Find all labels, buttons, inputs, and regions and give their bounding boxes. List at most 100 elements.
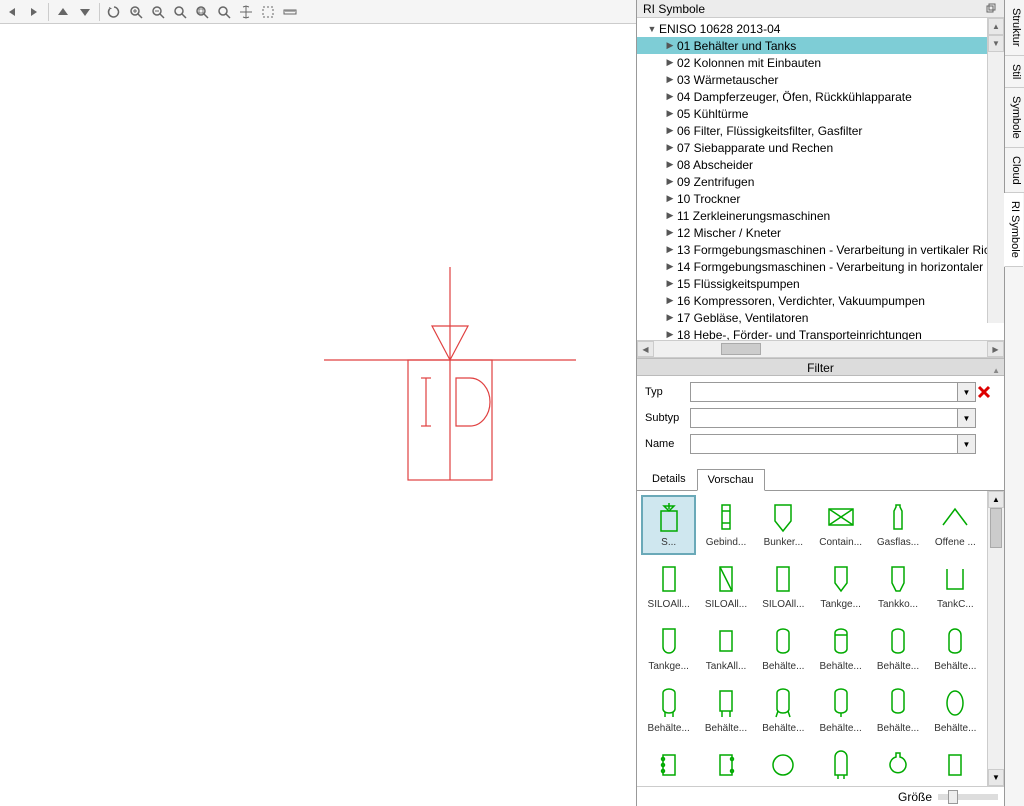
gallery-item[interactable]: [870, 743, 925, 786]
gallery-item[interactable]: Behälte...: [756, 681, 811, 741]
zoom-window-icon[interactable]: [214, 2, 234, 22]
scroll-down-icon[interactable]: ▼: [988, 35, 1004, 52]
gallery-item[interactable]: Gebind...: [698, 495, 753, 555]
collapse-icon[interactable]: ▲: [992, 362, 1000, 380]
tree-item[interactable]: ▶09 Zentrifugen: [637, 173, 1004, 190]
arrow-right-icon[interactable]: ▶: [665, 40, 675, 51]
arrow-right-icon[interactable]: ▶: [665, 74, 675, 85]
gallery-item[interactable]: S...: [641, 495, 696, 555]
filter-subtyp-combo[interactable]: ▼: [690, 408, 976, 428]
panel-undock-icon[interactable]: [986, 3, 998, 15]
redo-button[interactable]: [24, 2, 44, 22]
gallery-item[interactable]: Bunker...: [756, 495, 811, 555]
tree-item[interactable]: ▶06 Filter, Flüssigkeitsfilter, Gasfilte…: [637, 122, 1004, 139]
tree-item[interactable]: ▶10 Trockner: [637, 190, 1004, 207]
tab-details[interactable]: Details: [641, 468, 697, 490]
size-slider[interactable]: [938, 794, 998, 800]
tab-vorschau[interactable]: Vorschau: [697, 469, 765, 491]
gallery-item[interactable]: TankC...: [928, 557, 983, 617]
arrow-right-icon[interactable]: ▶: [665, 210, 675, 221]
filter-typ-combo[interactable]: ▼: [690, 382, 976, 402]
tree-item[interactable]: ▶02 Kolonnen mit Einbauten: [637, 54, 1004, 71]
gallery-item[interactable]: Behälte...: [813, 619, 868, 679]
down-icon[interactable]: [75, 2, 95, 22]
zoom-out-icon[interactable]: [148, 2, 168, 22]
tree-item[interactable]: ▶13 Formgebungsmaschinen - Verarbeitung …: [637, 241, 1004, 258]
gallery-item[interactable]: Behälte...: [870, 681, 925, 741]
pan-icon[interactable]: [236, 2, 256, 22]
gallery-item[interactable]: Behälte...: [928, 619, 983, 679]
chevron-down-icon[interactable]: ▼: [957, 435, 975, 453]
gallery-item[interactable]: Tankge...: [813, 557, 868, 617]
tree-item[interactable]: ▶05 Kühltürme: [637, 105, 1004, 122]
arrow-right-icon[interactable]: ▶: [665, 125, 675, 136]
tree-item[interactable]: ▶14 Formgebungsmaschinen - Verarbeitung …: [637, 258, 1004, 275]
gallery-item[interactable]: Offene ...: [928, 495, 983, 555]
tree-hscrollbar[interactable]: ◀ ▶: [637, 340, 1004, 357]
side-tab[interactable]: RI Symbole: [1004, 193, 1023, 267]
gallery-item[interactable]: SILOAll...: [756, 557, 811, 617]
scroll-up-icon[interactable]: ▲: [988, 18, 1004, 35]
arrow-right-icon[interactable]: ▶: [665, 278, 675, 289]
symbol-gallery[interactable]: S...Gebind...Bunker...Contain...Gasflas.…: [637, 491, 987, 786]
arrow-right-icon[interactable]: ▶: [665, 312, 675, 323]
gallery-item[interactable]: Behälte...: [641, 681, 696, 741]
arrow-right-icon[interactable]: ▶: [665, 159, 675, 170]
gallery-item[interactable]: Behälte...: [870, 619, 925, 679]
tree-item[interactable]: ▶16 Kompressoren, Verdichter, Vakuumpump…: [637, 292, 1004, 309]
tree-root[interactable]: ▼ ENISO 10628 2013-04: [637, 20, 1004, 37]
filter-name-combo[interactable]: ▼: [690, 434, 976, 454]
gallery-item[interactable]: SILOAll...: [641, 557, 696, 617]
arrow-right-icon[interactable]: ▶: [665, 329, 675, 340]
arrow-right-icon[interactable]: ▶: [665, 244, 675, 255]
refresh-icon[interactable]: [104, 2, 124, 22]
gallery-item[interactable]: Gasflas...: [870, 495, 925, 555]
tree-item[interactable]: ▶18 Hebe-, Förder- und Transporteinricht…: [637, 326, 1004, 340]
tree-item[interactable]: ▶17 Gebläse, Ventilatoren: [637, 309, 1004, 326]
tree-item[interactable]: ▶11 Zerkleinerungsmaschinen: [637, 207, 1004, 224]
gallery-item[interactable]: Behälte...: [928, 681, 983, 741]
tree-item[interactable]: ▶08 Abscheider: [637, 156, 1004, 173]
scroll-right-icon[interactable]: ▶: [987, 341, 1004, 357]
arrow-right-icon[interactable]: ▶: [665, 227, 675, 238]
tree-vscrollbar[interactable]: ▲ ▼: [987, 18, 1004, 323]
arrow-right-icon[interactable]: ▶: [665, 91, 675, 102]
tree-item[interactable]: ▶12 Mischer / Kneter: [637, 224, 1004, 241]
gallery-item[interactable]: TankAll...: [698, 619, 753, 679]
arrow-right-icon[interactable]: ▶: [665, 176, 675, 187]
gallery-vscrollbar[interactable]: ▲ ▼: [987, 491, 1004, 786]
gallery-item[interactable]: [813, 743, 868, 786]
tree-item[interactable]: ▶15 Flüssigkeitspumpen: [637, 275, 1004, 292]
zoom-in-icon[interactable]: [126, 2, 146, 22]
filter-clear-button[interactable]: [976, 384, 996, 400]
scroll-left-icon[interactable]: ◀: [637, 341, 654, 357]
gallery-item[interactable]: [928, 743, 983, 786]
up-icon[interactable]: [53, 2, 73, 22]
side-tab[interactable]: Struktur: [1005, 0, 1024, 56]
arrow-right-icon[interactable]: ▶: [665, 261, 675, 272]
undo-button[interactable]: [2, 2, 22, 22]
zoom-fit-icon[interactable]: [170, 2, 190, 22]
tree-item[interactable]: ▶04 Dampferzeuger, Öfen, Rückkühlapparat…: [637, 88, 1004, 105]
gallery-item[interactable]: Behälte...: [698, 681, 753, 741]
select-icon[interactable]: [258, 2, 278, 22]
arrow-right-icon[interactable]: ▶: [665, 57, 675, 68]
arrow-right-icon[interactable]: ▶: [665, 193, 675, 204]
side-tab[interactable]: Stil: [1005, 56, 1024, 88]
drawing-canvas[interactable]: [0, 24, 636, 806]
chevron-down-icon[interactable]: ▼: [957, 383, 975, 401]
gallery-item[interactable]: Contain...: [813, 495, 868, 555]
tree-item[interactable]: ▶01 Behälter und Tanks: [637, 37, 1004, 54]
arrow-down-icon[interactable]: ▼: [647, 24, 657, 34]
arrow-right-icon[interactable]: ▶: [665, 295, 675, 306]
side-tab[interactable]: Cloud: [1005, 148, 1024, 194]
filter-header[interactable]: Filter ▲: [637, 358, 1004, 376]
gallery-item[interactable]: Tankko...: [870, 557, 925, 617]
arrow-right-icon[interactable]: ▶: [665, 142, 675, 153]
zoom-page-icon[interactable]: [192, 2, 212, 22]
gallery-item[interactable]: [756, 743, 811, 786]
gallery-item[interactable]: [641, 743, 696, 786]
tree-item[interactable]: ▶07 Siebapparate und Rechen: [637, 139, 1004, 156]
chevron-down-icon[interactable]: ▼: [957, 409, 975, 427]
gallery-item[interactable]: SILOAll...: [698, 557, 753, 617]
